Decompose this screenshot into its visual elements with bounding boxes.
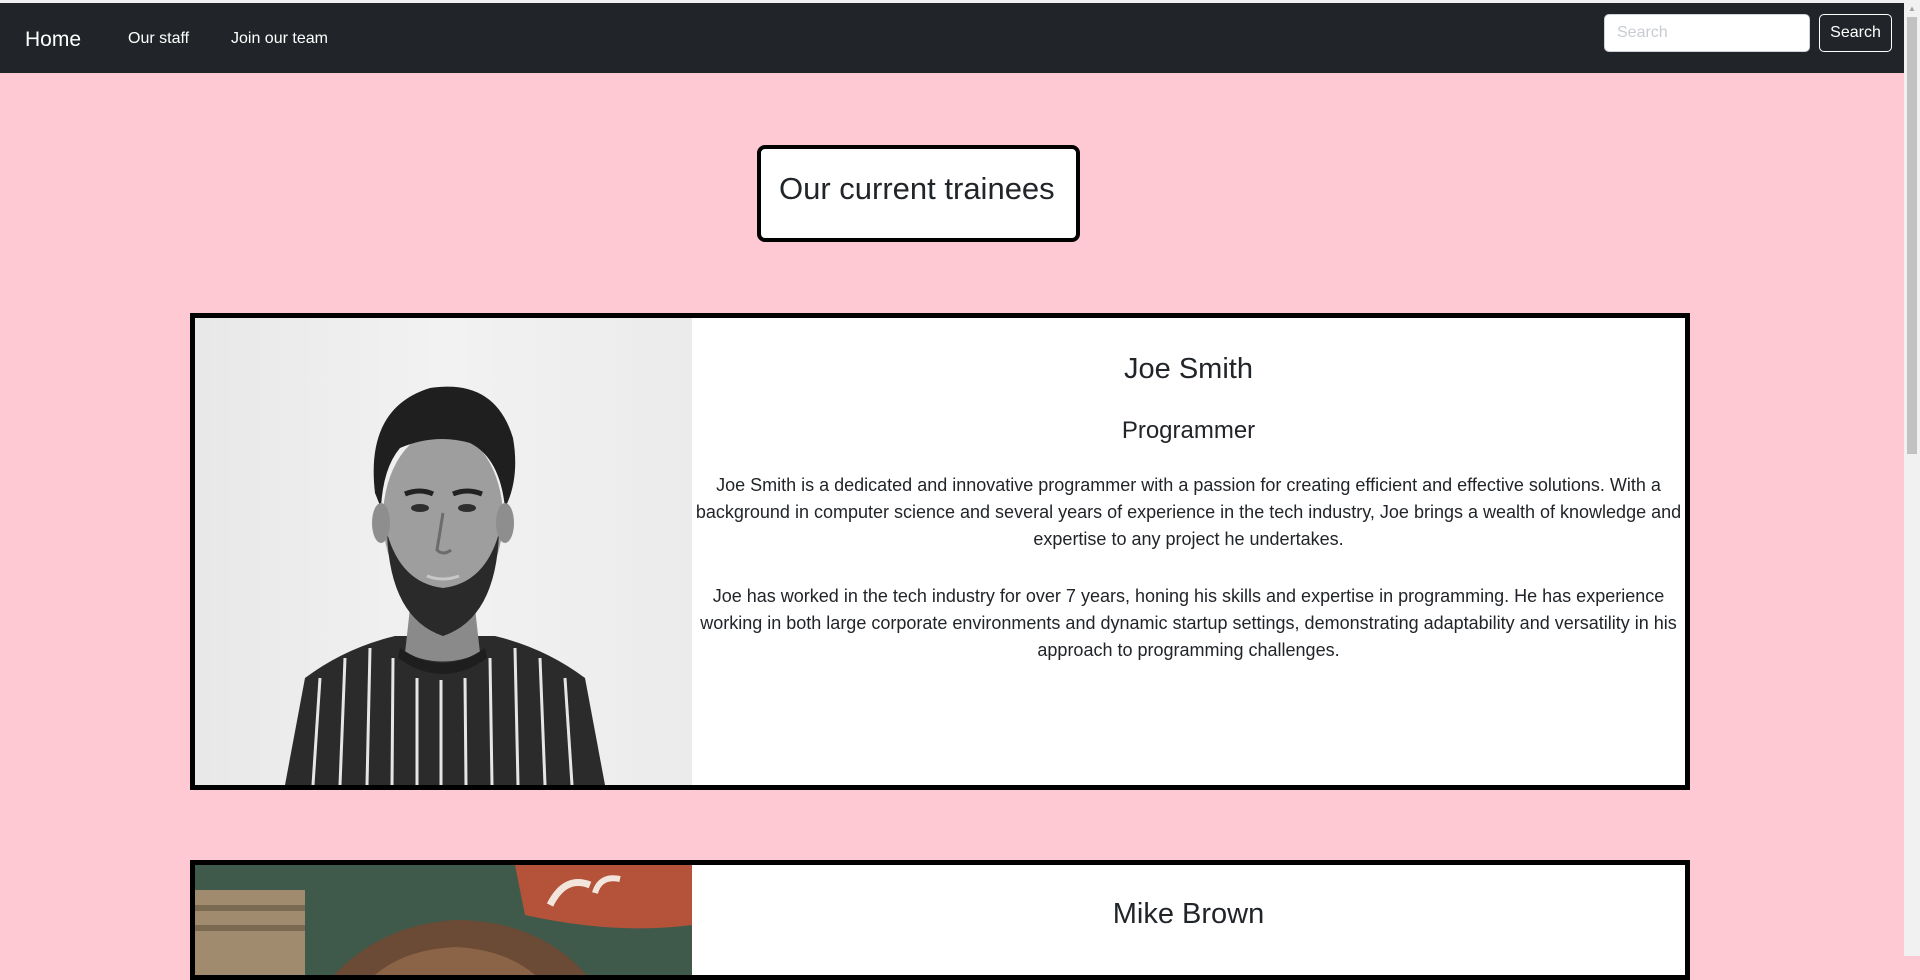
trainee-card: Mike Brown: [190, 860, 1690, 980]
our-staff-link[interactable]: Our staff: [128, 30, 189, 48]
portrait-image: [195, 318, 692, 785]
portrait-image: [195, 865, 692, 975]
search-input[interactable]: [1604, 14, 1810, 52]
top-navbar: Home Our staff Join our team Search: [0, 0, 1904, 73]
trainee-name: Joe Smith: [1124, 353, 1253, 385]
search-button[interactable]: Search: [1819, 14, 1892, 52]
trainee-details: Mike Brown: [692, 865, 1685, 931]
trainee-photo: [195, 318, 692, 785]
home-link[interactable]: Home: [25, 28, 81, 52]
trainee-bio-paragraph: Joe has worked in the tech industry for …: [700, 586, 1677, 660]
trainee-photo: [195, 865, 692, 975]
join-our-team-link[interactable]: Join our team: [231, 30, 328, 48]
page-title: Our current trainees: [779, 171, 1055, 206]
vertical-scrollbar[interactable]: ▲: [1904, 0, 1920, 956]
trainee-card: Joe Smith Programmer Joe Smith is a dedi…: [190, 313, 1690, 790]
trainee-details: Joe Smith Programmer Joe Smith is a dedi…: [692, 318, 1685, 664]
trainee-role: Programmer: [1121, 417, 1256, 444]
page-heading-box: Our current trainees: [757, 145, 1080, 242]
trainee-name: Mike Brown: [1112, 898, 1265, 930]
trainee-bio-paragraph: Joe Smith is a dedicated and innovative …: [695, 475, 1682, 549]
scroll-up-arrow-icon[interactable]: ▲: [1904, 0, 1920, 16]
scrollbar-thumb[interactable]: [1907, 17, 1917, 454]
